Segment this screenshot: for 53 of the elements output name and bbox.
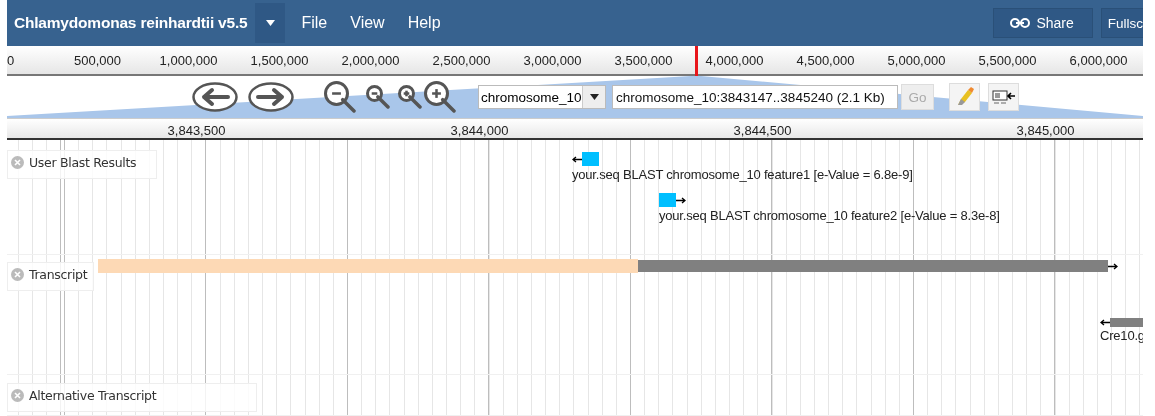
zoom-out-icon [366,85,390,109]
menu-item[interactable]: File [301,14,328,32]
feature-label: your.seq BLAST chromosome_10 feature2 [e-Value = 8.3e-8] [659,208,1000,223]
overview-tick-label: 1,500,000 [250,52,309,68]
overview-ruler[interactable]: 0 500,000 1,000,000 1,500,000 2,000,000 2,500,000 3,000,000 3,500,000 4,000,000 4,500,000 5,000,000 5,500,000 6,000,000 [7,46,1143,76]
zoom-in-icon [424,81,456,113]
overview-tick-label: 2,500,000 [432,52,491,68]
pan-left-button[interactable] [192,82,238,112]
overview-tick-label: 0 [7,52,15,68]
location-marker [695,46,698,76]
zoom-in-button[interactable] [424,81,456,113]
caret-icon [265,20,275,26]
location-input[interactable]: chromosome_10:3843147..3845240 (2.1 Kb) [612,85,898,109]
zoom-in-button[interactable] [398,85,422,109]
ruler-tick-label: 3,843,500 [166,123,227,138]
zoom-out-button[interactable] [324,81,356,113]
link-icon [1010,18,1031,28]
track-label[interactable]: User Blast Results [7,150,158,179]
ruler-tick-label: 3,844,500 [732,123,793,138]
overview-tick-label: 4,000,000 [705,52,764,68]
feature-label: your.seq BLAST chromosome_10 feature1 [e-Value = 6.8e-9] [572,167,913,182]
overview-tick-label: 4,500,000 [796,52,855,68]
ruler-tick-label: 3,844,000 [449,123,510,138]
genome-dropdown-button[interactable] [255,3,286,43]
track-name: Transcript [29,267,88,282]
track-label[interactable]: Alternative Transcript [7,383,258,412]
overview-tick-label: 3,500,000 [614,52,673,68]
menu-item[interactable]: Help [407,14,441,32]
fullscreen-button[interactable]: Fullsc [1100,8,1143,38]
genome-title: Chlamydomonas reinhardtii v5.5 [13,14,248,32]
zoom-out-button[interactable] [366,85,390,109]
overview-tick-label: 6,000,000 [1069,52,1128,68]
share-button[interactable]: Share [993,8,1093,38]
track-name: User Blast Results [29,155,137,170]
overview-tick-label: 2,000,000 [341,52,400,68]
track-label[interactable]: Transcript [7,262,95,291]
menu-item[interactable]: View [350,14,385,32]
gene-model-bar[interactable] [98,259,1108,273]
pan-right-button[interactable] [248,82,294,112]
overview-tick-label: 1,000,000 [159,52,218,68]
track-panel-icon [991,89,1016,105]
view-toggle-button[interactable] [988,83,1019,111]
overview-tick-label: 500,000 [74,52,121,68]
overview-tick-label: 5,000,000 [887,52,946,68]
caret-icon [589,94,599,100]
reference-select[interactable]: chromosome_10 [478,85,606,109]
zoom-out-icon [324,81,356,113]
overview-tick-label: 5,500,000 [978,52,1037,68]
highlight-button[interactable] [949,83,980,111]
overview-tick-label: 3,000,000 [523,52,582,68]
ruler-tick-label: 3,845,000 [1015,123,1076,138]
track-name: Alternative Transcript [29,388,157,403]
zoom-in-icon [398,85,422,109]
